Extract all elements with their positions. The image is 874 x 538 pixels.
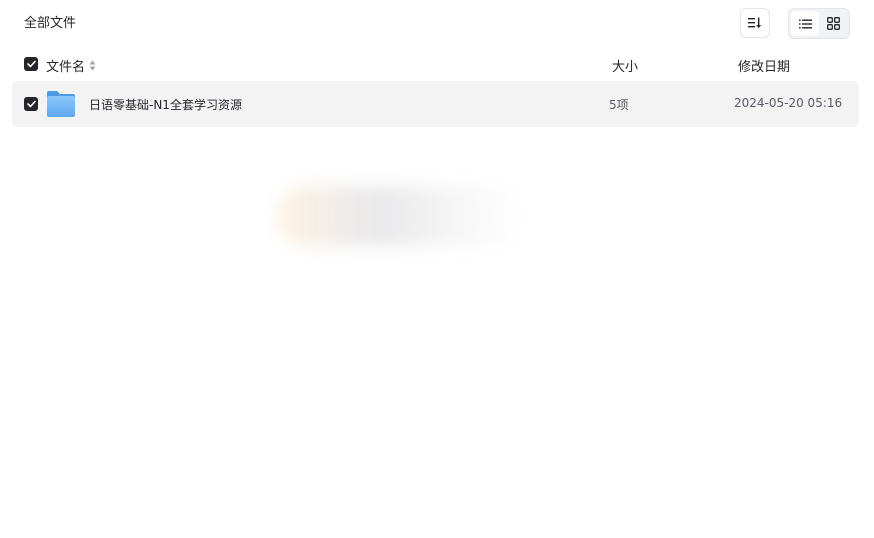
- sort-toggle-icon: [89, 60, 96, 71]
- grid-view-button[interactable]: [819, 11, 847, 36]
- file-modified-date: 2024-05-20 05:16: [734, 96, 843, 110]
- select-all-checkbox[interactable]: [24, 57, 38, 71]
- folder-icon: [47, 91, 75, 117]
- breadcrumb[interactable]: 全部文件: [24, 15, 76, 33]
- checkmark-icon: [26, 60, 36, 68]
- list-view-icon: [798, 19, 812, 28]
- column-header-name-label: 文件名: [46, 60, 86, 75]
- row-checkbox[interactable]: [24, 97, 38, 111]
- column-header-size: 大小: [612, 60, 639, 75]
- column-header-date: 修改日期: [738, 60, 791, 75]
- table-row[interactable]: 日语零基础-N1全套学习资源 5项 2024-05-20 05:16: [12, 81, 859, 127]
- loading-placeholder: [276, 186, 526, 246]
- file-browser: 全部文件 文件名 大小 修改日期 日语零基础-N1全套学习资源 5项 2024-…: [0, 0, 874, 538]
- file-size: 5项: [609, 98, 629, 112]
- sort-button[interactable]: [740, 8, 770, 38]
- list-view-button[interactable]: [791, 11, 819, 36]
- sort-icon: [748, 17, 762, 28]
- column-header-name[interactable]: 文件名: [46, 56, 96, 75]
- table-header: 文件名 大小 修改日期: [0, 50, 874, 78]
- checkmark-icon: [26, 100, 36, 108]
- file-name[interactable]: 日语零基础-N1全套学习资源: [89, 96, 242, 113]
- view-toggle: [788, 8, 850, 39]
- grid-view-icon: [826, 17, 840, 30]
